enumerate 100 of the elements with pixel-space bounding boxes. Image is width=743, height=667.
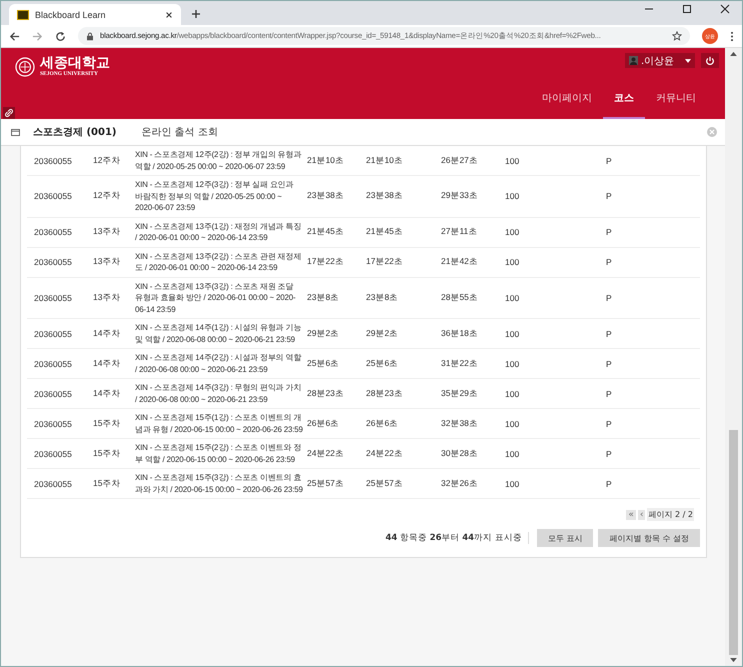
footer-button[interactable]: 페이지별 항목 수 설정 — [598, 529, 700, 547]
week-cell-text: 13주차 — [93, 226, 122, 238]
nav-tab[interactable]: 코스 — [603, 81, 645, 119]
time-cell-text: 23분8초 — [366, 292, 400, 304]
score-cell-text: 100 — [505, 388, 520, 398]
time-cell-text: 28분23초 — [306, 388, 345, 400]
reload-icon[interactable] — [55, 30, 66, 42]
breadcrumb-current: 온라인 출석 조회 — [142, 126, 218, 139]
person-icon — [629, 56, 638, 65]
week-cell-text: 13주차 — [93, 256, 122, 268]
week-cell-text: 14주차 — [93, 328, 122, 340]
back-icon[interactable] — [9, 30, 20, 42]
time-cell-text: 23분8초 — [306, 292, 340, 304]
result-cell-text: P — [606, 358, 613, 368]
scroll-thumb[interactable] — [729, 430, 738, 655]
time-cell-text: 32분38초 — [441, 418, 479, 430]
time-cell-text: 21분10초 — [306, 154, 345, 166]
student-id-cell-text: 20360055 — [33, 448, 73, 458]
maximize-icon[interactable] — [682, 4, 692, 14]
student-id-cell-text: 20360055 — [33, 328, 73, 338]
time-cell-text: 25분6초 — [306, 358, 340, 370]
seal-icon — [15, 56, 35, 76]
time-cell-text: 32분26초 — [441, 478, 479, 490]
time-cell-text: 28분55초 — [441, 292, 479, 304]
lock-icon — [86, 32, 94, 40]
result-cell-text: P — [606, 418, 613, 428]
score-cell-text: 100 — [505, 358, 520, 368]
time-cell-text: 29분2초 — [306, 328, 340, 340]
time-cell-text: 25분57초 — [306, 478, 345, 490]
week-cell-text: 15주차 — [93, 448, 122, 460]
browser-tab[interactable]: Blackboard Learn — [9, 4, 181, 25]
student-id-cell-text: 20360055 — [33, 257, 73, 267]
result-cell-text: P — [606, 227, 613, 237]
time-cell-text: 29분33초 — [441, 190, 479, 202]
student-id-cell-text: 20360055 — [33, 478, 73, 488]
footer-button[interactable]: 모두 표시 — [536, 529, 594, 547]
result-cell-text: P — [606, 328, 613, 338]
lecture-title-cell-text: XIN - 스포츠경제 12주(3강) : 정부 실패 요인과 바람직한 정부의 역할 / 2020-05-25 00:00 ~ 2020-06-07 23:59 — [135, 179, 294, 214]
time-cell-text: 27분11초 — [441, 226, 478, 238]
star-icon[interactable] — [672, 31, 682, 41]
scrollbar[interactable] — [725, 48, 742, 666]
item-count-text: 44 항목중 26부터 44까지 표시중 — [385, 532, 529, 544]
tab-title: Blackboard Learn — [35, 10, 107, 20]
result-cell-text: P — [606, 292, 613, 303]
link-icon[interactable] — [3, 107, 15, 119]
week-cell-text: 14주차 — [93, 388, 122, 400]
window-icon — [11, 128, 20, 136]
time-cell-text: 21분45초 — [306, 226, 345, 238]
student-id-cell-text: 20360055 — [33, 156, 73, 166]
score-cell-text: 100 — [505, 328, 520, 338]
time-cell-text: 31분22초 — [441, 358, 479, 370]
lecture-title-cell-text: XIN - 스포츠경제 15주(3강) : 스포츠 이벤트의 효과와 가치 / 2020-06-15 00:00 ~ 2020-06-26 23:59 — [135, 472, 303, 496]
time-cell-text: 36분18초 — [441, 328, 479, 340]
nav-tab[interactable]: 마이페이지 — [531, 81, 603, 119]
score-cell-text: 100 — [505, 257, 520, 267]
time-cell-text: 17분22초 — [306, 256, 345, 268]
nav-tab[interactable]: 커뮤니티 — [645, 81, 707, 119]
time-cell-text: 24분22초 — [366, 448, 404, 460]
score-cell-text: 100 — [505, 478, 520, 488]
scroll-up-icon[interactable] — [730, 51, 737, 56]
user-menu[interactable]: .이상윤 — [625, 53, 695, 68]
lecture-title-cell-text: XIN - 스포츠경제 13주(3강) : 스포츠 재원 조달 유형과 효율화 방안 / 2020-06-01 00:00 ~ 2020-06-14 23:59 — [135, 280, 296, 316]
time-cell-text: 28분23초 — [366, 388, 404, 400]
result-cell-text: P — [606, 448, 613, 458]
first-page-button[interactable]: « — [626, 510, 636, 520]
student-id-cell-text: 20360055 — [33, 418, 73, 428]
lecture-title-cell-text: XIN - 스포츠경제 13주(1강) : 재정의 개념과 특징 / 2020-06-01 00:00 ~ 2020-06-14 23:59 — [135, 220, 302, 244]
score-cell-text: 100 — [505, 191, 520, 202]
week-cell-text: 13주차 — [93, 292, 122, 304]
student-id-cell-text: 20360055 — [33, 292, 73, 303]
student-id-cell-text: 20360055 — [33, 227, 73, 237]
logout-button[interactable] — [701, 53, 719, 68]
lecture-title-cell-text: XIN - 스포츠경제 14주(3강) : 무형의 편익과 가치 / 2020-06-08 00:00 ~ 2020-06-21 23:59 — [135, 382, 302, 406]
result-cell-text: P — [606, 478, 613, 488]
time-cell-text: 25분57초 — [366, 478, 404, 490]
time-cell-text: 21분45초 — [366, 226, 404, 238]
time-cell-text: 23분38초 — [366, 190, 404, 202]
time-cell-text: 23분38초 — [306, 190, 345, 202]
scroll-down-icon[interactable] — [730, 658, 737, 663]
breadcrumb-link[interactable]: 스포츠경제 (001) — [33, 125, 116, 139]
plus-icon[interactable] — [191, 9, 201, 19]
score-cell-text: 100 — [505, 156, 520, 166]
time-cell-text: 17분22초 — [366, 256, 404, 268]
close-icon[interactable] — [720, 4, 730, 14]
lecture-title-cell-text: XIN - 스포츠경제 12주(2강) : 정부 개입의 유형과 역할 / 2020-05-25 00:00 ~ 2020-06-07 23:59 — [135, 149, 302, 172]
score-cell-text: 100 — [505, 227, 520, 237]
lecture-title-cell-text: XIN - 스포츠경제 15주(1강) : 스포츠 이벤트의 개념과 유형 / 2020-06-15 00:00 ~ 2020-06-26 23:59 — [135, 412, 303, 436]
week-cell-text: 14주차 — [93, 358, 122, 370]
week-cell-text: 15주차 — [93, 418, 122, 430]
power-icon — [705, 56, 715, 66]
close-icon[interactable] — [165, 10, 173, 18]
result-cell-text: P — [606, 191, 613, 202]
menu-icon[interactable] — [730, 30, 734, 42]
week-cell-text: 12주차 — [93, 154, 122, 166]
page-indicator: 페이지 2 / 2 — [647, 508, 694, 521]
result-cell-text: P — [606, 257, 613, 267]
time-cell-text: 24분22초 — [306, 448, 345, 460]
score-cell-text: 100 — [505, 418, 520, 428]
previous-page-button[interactable]: ‹ — [638, 510, 646, 520]
lecture-title-cell-text: XIN - 스포츠경제 13주(2강) : 스포츠 관련 재정제도 / 2020-06-01 00:00 ~ 2020-06-14 23:59 — [135, 250, 302, 274]
